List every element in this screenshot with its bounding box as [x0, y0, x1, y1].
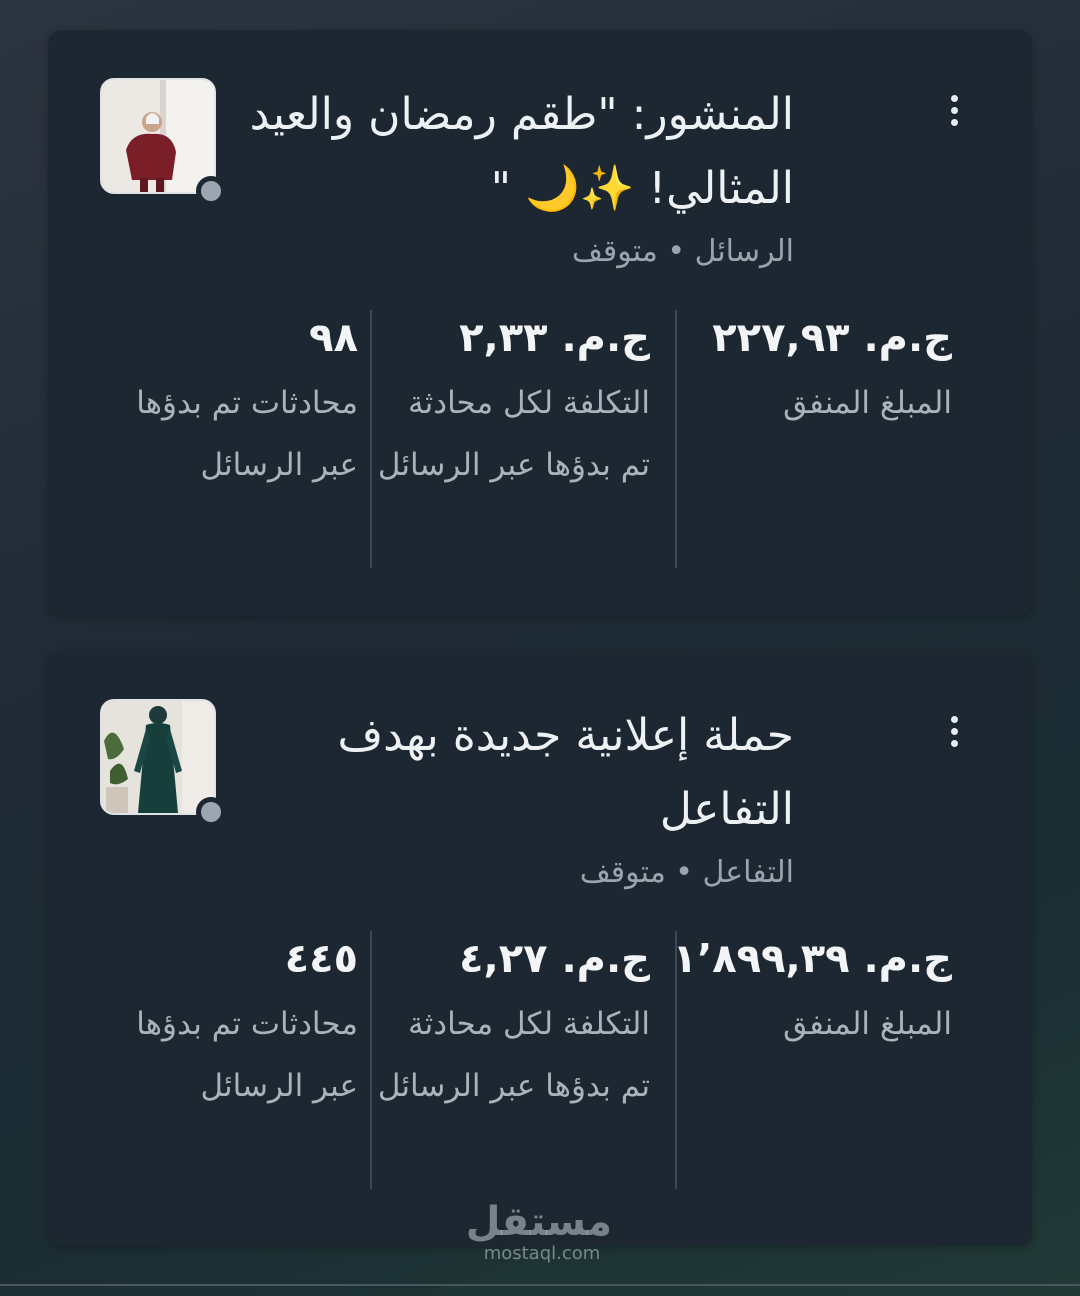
post-image — [100, 78, 216, 194]
metric-value: ج.م. ١٬٨٩٩,٣٩ — [672, 936, 952, 982]
metric-label: محادثات تم بدؤها عبر الرسائل — [136, 1006, 358, 1104]
metric-cost-per-conversation: ج.م. ٢,٣٣ التكلفة لكل محادثة تم بدؤها عب… — [372, 310, 677, 568]
metric-value: ج.م. ٤,٢٧ — [459, 936, 650, 982]
metric-value: ج.م. ٢٢٧,٩٣ — [712, 315, 952, 361]
metrics-row: ج.م. ٢٢٧,٩٣ المبلغ المنفق ج.م. ٢,٣٣ التك… — [92, 310, 982, 568]
campaign-title: حملة إعلانية جديدة بهدف التفاعل — [337, 710, 794, 835]
more-options-icon[interactable] — [936, 88, 972, 132]
post-image — [100, 699, 216, 815]
metric-value: ٤٤٥ — [284, 936, 358, 982]
status-indicator — [196, 797, 226, 827]
status-indicator — [196, 176, 226, 206]
metric-value: ج.م. ٢,٣٣ — [459, 315, 650, 361]
campaign-card[interactable]: حملة إعلانية جديدة بهدف التفاعل التفاعل … — [48, 651, 1032, 1246]
more-options-icon[interactable] — [936, 709, 972, 753]
metric-label: المبلغ المنفق — [783, 1006, 952, 1042]
metric-conversations-started: ٤٤٥ محادثات تم بدؤها عبر الرسائل — [92, 931, 372, 1189]
metric-label: التكلفة لكل محادثة تم بدؤها عبر الرسائل — [377, 385, 650, 483]
campaign-thumbnail[interactable] — [96, 699, 226, 827]
metric-value: ٩٨ — [309, 315, 358, 361]
metric-amount-spent: ج.م. ٢٢٧,٩٣ المبلغ المنفق — [677, 310, 982, 568]
metric-label: محادثات تم بدؤها عبر الرسائل — [136, 385, 358, 483]
campaign-thumbnail[interactable] — [96, 78, 226, 206]
metric-amount-spent: ج.م. ١٬٨٩٩,٣٩ المبلغ المنفق — [672, 931, 982, 1189]
campaign-subtitle: التفاعل • متوقف — [579, 855, 794, 890]
campaign-subtitle: الرسائل • متوقف — [571, 234, 794, 269]
campaign-title: المنشور: "طقم رمضان والعيد المثالي! ✨🌙 " — [249, 89, 794, 214]
watermark-url: mostaql.com — [483, 1243, 601, 1264]
metrics-row: ج.م. ١٬٨٩٩,٣٩ المبلغ المنفق ج.م. ٤,٢٧ ال… — [92, 931, 982, 1189]
campaign-card[interactable]: المنشور: "طقم رمضان والعيد المثالي! ✨🌙 "… — [48, 30, 1032, 616]
bottom-divider — [0, 1284, 1080, 1286]
metric-label: التكلفة لكل محادثة تم بدؤها عبر الرسائل — [377, 1006, 650, 1104]
watermark-logo: مستقل — [465, 1199, 612, 1245]
metric-label: المبلغ المنفق — [783, 385, 952, 421]
metric-cost-per-conversation: ج.م. ٤,٢٧ التكلفة لكل محادثة تم بدؤها عب… — [372, 931, 677, 1189]
watermark: مستقل mostaql.com — [465, 1199, 612, 1264]
metric-conversations-started: ٩٨ محادثات تم بدؤها عبر الرسائل — [92, 310, 372, 568]
